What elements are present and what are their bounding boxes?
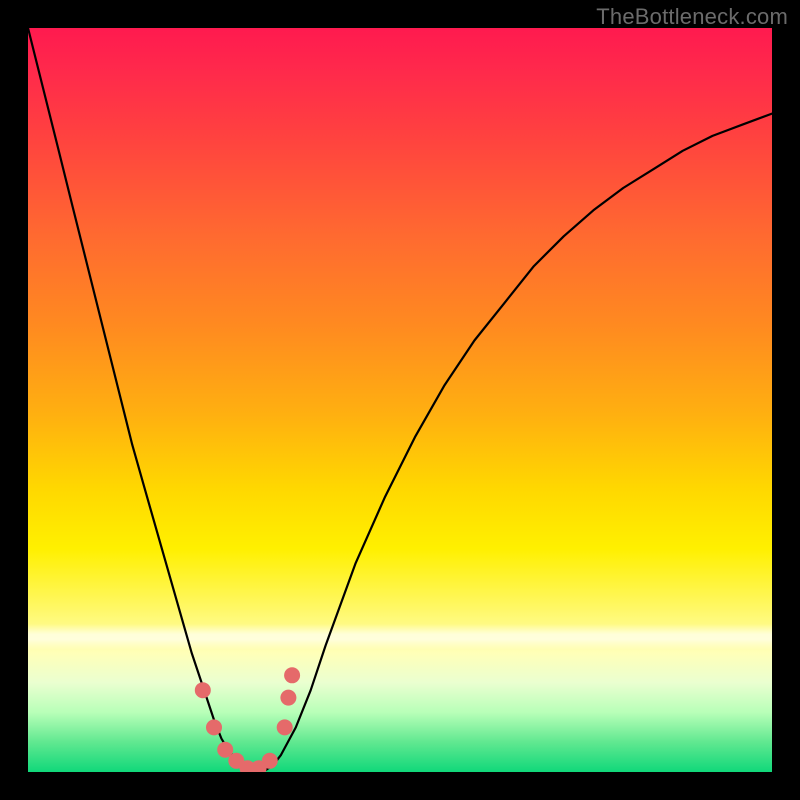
bottleneck-curve — [28, 28, 772, 771]
curve-marker — [277, 719, 293, 735]
chart-frame: TheBottleneck.com — [0, 0, 800, 800]
watermark-text: TheBottleneck.com — [596, 4, 788, 30]
curve-marker — [206, 719, 222, 735]
curve-marker — [262, 753, 278, 769]
curve-layer — [28, 28, 772, 772]
plot-area — [28, 28, 772, 772]
curve-marker — [280, 690, 296, 706]
curve-marker — [284, 667, 300, 683]
curve-marker — [195, 682, 211, 698]
